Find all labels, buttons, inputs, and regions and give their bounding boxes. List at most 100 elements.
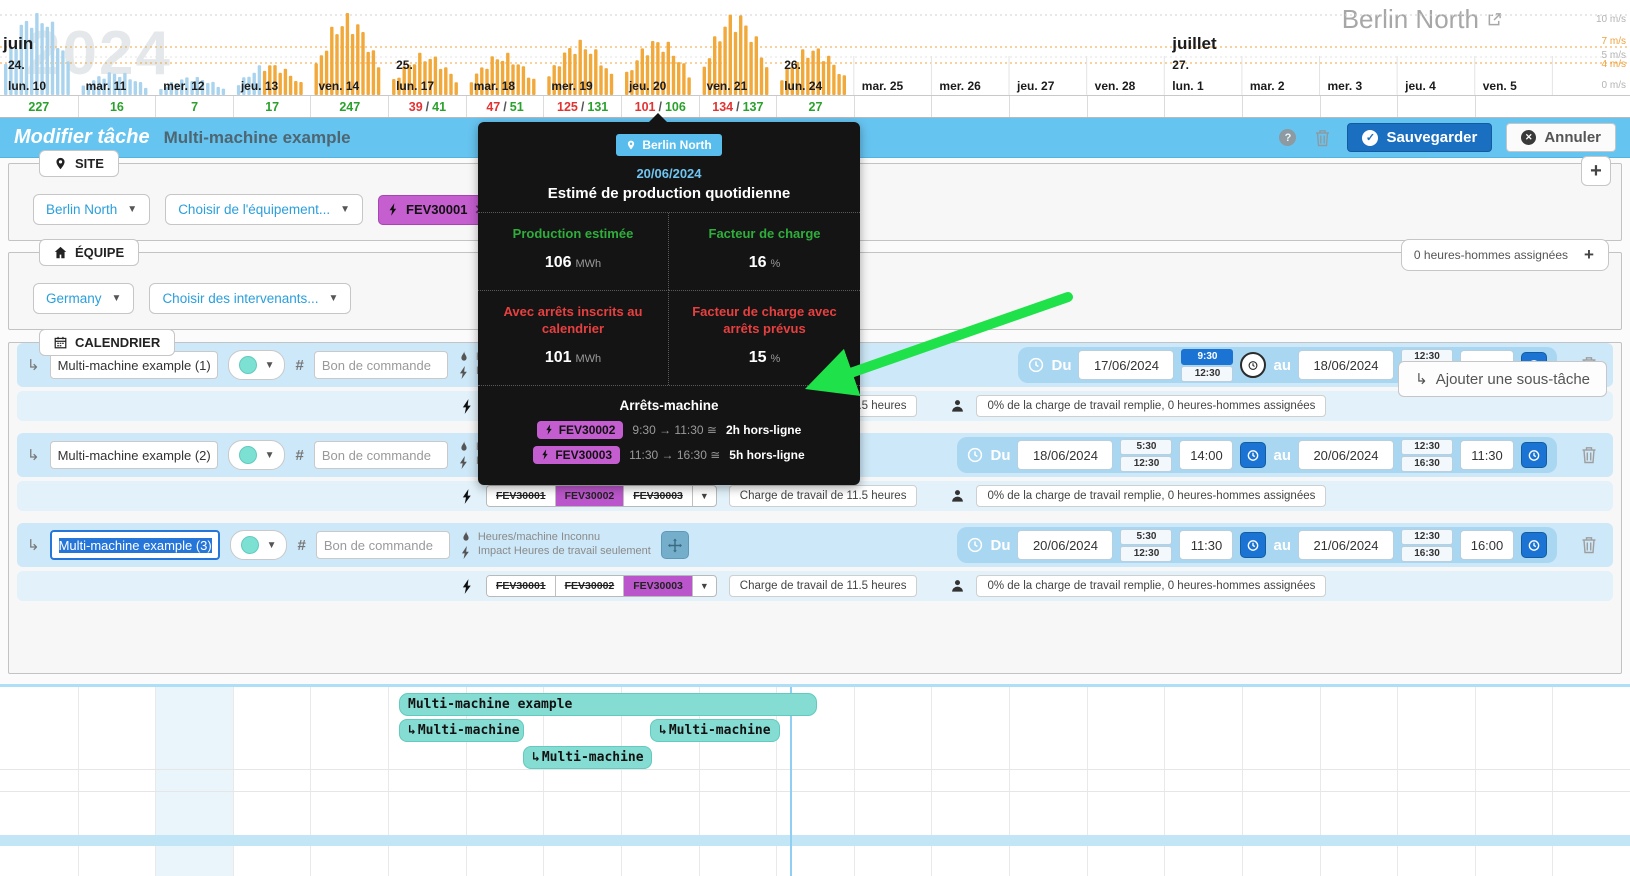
wind-bar	[236, 85, 241, 95]
start-date-input[interactable]	[1017, 440, 1114, 470]
cancel-button[interactable]: ✕ Annuler	[1506, 123, 1616, 152]
stoppage-range: 11:30 → 16:30 ≅	[629, 447, 721, 462]
value-cell	[1397, 96, 1475, 117]
end-date-input[interactable]	[1298, 530, 1394, 560]
gantt-task-bar[interactable]: Multi-machine example	[399, 693, 817, 716]
grid-column-line	[1086, 687, 1088, 876]
start-time-input[interactable]	[1179, 530, 1234, 560]
wind-bar	[454, 82, 458, 95]
start-date-input[interactable]	[1017, 530, 1114, 560]
start-time-button[interactable]	[1240, 532, 1267, 558]
gantt-subtask-bar[interactable]: ↳ Multi-machine	[523, 746, 652, 769]
time-chip[interactable]: 12:30	[1401, 438, 1453, 455]
gantt-subtask-bar[interactable]: ↳ Multi-machine	[650, 719, 780, 742]
chevron-down-icon[interactable]: ▼	[693, 576, 716, 596]
team-panel-tab: ÉQUIPE	[39, 239, 140, 266]
color-picker[interactable]: ▼	[227, 440, 286, 470]
time-chip[interactable]: 5:30	[1120, 438, 1173, 455]
members-select[interactable]: Choisir des intervenants... ▼	[149, 283, 352, 314]
end-time-input[interactable]	[1460, 530, 1514, 560]
day-label: lun. 1	[1172, 79, 1204, 93]
machine-option[interactable]: FEV30003	[624, 486, 693, 506]
value-cell	[1009, 96, 1087, 117]
delete-task-button[interactable]	[1312, 127, 1333, 149]
from-label: Du	[990, 446, 1011, 464]
wind-bar	[56, 48, 60, 95]
save-label: Sauvegarder	[1386, 129, 1478, 146]
metric-value: 106	[544, 254, 572, 272]
time-chip[interactable]: 16:30	[1401, 545, 1453, 562]
help-button[interactable]: ?	[1277, 127, 1298, 148]
add-manhours-button[interactable]: +	[1578, 244, 1600, 266]
production-with-stops: 47	[486, 99, 501, 114]
subtask-arrow-icon[interactable]: ↳	[27, 356, 40, 374]
machine-option[interactable]: FEV30001	[487, 486, 556, 506]
task-name-input[interactable]: Multi-machine example (2)	[49, 441, 218, 469]
end-time-button[interactable]	[1521, 442, 1547, 468]
from-label: Du	[1051, 356, 1072, 374]
end-date-input[interactable]	[1298, 350, 1394, 380]
calendar-panel-label: CALENDRIER	[75, 335, 161, 350]
time-chip[interactable]: 12:30	[1401, 528, 1453, 545]
chevron-down-icon: ▼	[328, 293, 339, 304]
time-chip[interactable]: 12:30	[1181, 365, 1234, 382]
purchase-order-input[interactable]	[313, 441, 448, 469]
start-time-input[interactable]	[1179, 440, 1234, 470]
wind-bar	[702, 66, 706, 95]
app-root: { "app": { "title": "Modifier tâche", "s…	[0, 0, 1630, 876]
color-picker[interactable]: ▼	[229, 530, 288, 560]
machine-option[interactable]: FEV30002	[555, 486, 625, 506]
value-cell	[1164, 96, 1242, 117]
time-chip[interactable]: 12:30	[1120, 545, 1173, 562]
equipment-select[interactable]: Choisir de l'équipement... ▼	[165, 194, 364, 225]
gantt-subtask-bar[interactable]: ↳ Multi-machine	[399, 719, 524, 742]
time-chip[interactable]: 12:30	[1120, 455, 1173, 472]
color-picker[interactable]: ▼	[227, 350, 286, 380]
machine-tag-label: FEV30003	[555, 447, 613, 462]
drag-handle[interactable]	[660, 531, 689, 559]
site-select[interactable]: Berlin North ▼	[33, 194, 151, 225]
start-time-button[interactable]	[1240, 352, 1267, 378]
end-time-button[interactable]	[1521, 532, 1547, 558]
impact-label: Impact Heures de travail seulement	[477, 545, 651, 557]
wind-bar	[81, 85, 85, 95]
production-value: 51	[509, 99, 524, 114]
machine-option[interactable]: FEV30002	[555, 576, 625, 596]
save-button[interactable]: ✓ Sauvegarder	[1347, 123, 1493, 152]
time-chip[interactable]: 5:30	[1120, 528, 1173, 545]
delete-subtask-button[interactable]	[1575, 535, 1603, 555]
wind-bar	[392, 79, 396, 95]
subtask-arrow-icon[interactable]: ↳	[27, 536, 40, 554]
day-label: mar. 2	[1249, 79, 1285, 93]
production-value: 27	[808, 99, 823, 114]
production-with-stops: 39	[408, 99, 423, 114]
wind-bar	[765, 67, 769, 95]
add-subtask-button[interactable]: ↳ Ajouter une sous-tâche	[1398, 361, 1607, 397]
wind-bar	[128, 79, 132, 95]
team-select[interactable]: Germany ▼	[33, 283, 135, 314]
time-chip[interactable]: 16:30	[1401, 455, 1453, 472]
time-chip[interactable]: 9:30	[1181, 348, 1234, 365]
start-date-input[interactable]	[1078, 350, 1175, 380]
production-value: 247	[339, 99, 361, 114]
start-time-button[interactable]	[1240, 442, 1267, 468]
tooltip-date: 20/06/2024	[636, 166, 702, 181]
end-time-input[interactable]	[1460, 440, 1514, 470]
machine-option[interactable]: FEV30001	[487, 576, 556, 596]
machine-tag-label: FEV30001	[406, 202, 468, 217]
wind-bar	[827, 55, 831, 95]
chevron-down-icon[interactable]: ▼	[693, 486, 716, 506]
end-date-input[interactable]	[1298, 440, 1394, 470]
day-label: jeu. 13	[240, 79, 279, 93]
machine-option[interactable]: FEV30003	[624, 576, 693, 596]
subtask-arrow-icon[interactable]: ↳	[27, 446, 40, 464]
purchase-order-input[interactable]	[313, 351, 448, 379]
workload-fill-chip: 0% de la charge de travail remplie, 0 he…	[976, 485, 1327, 507]
task-name-input[interactable]: Multi-machine example (3)	[49, 530, 220, 560]
production-value: 106	[664, 99, 686, 114]
value-cell: 7	[155, 96, 233, 117]
purchase-order-input[interactable]	[315, 531, 450, 559]
map-pin-icon	[56, 157, 65, 170]
delete-subtask-button[interactable]	[1575, 445, 1603, 465]
add-site-button[interactable]: +	[1581, 156, 1611, 186]
